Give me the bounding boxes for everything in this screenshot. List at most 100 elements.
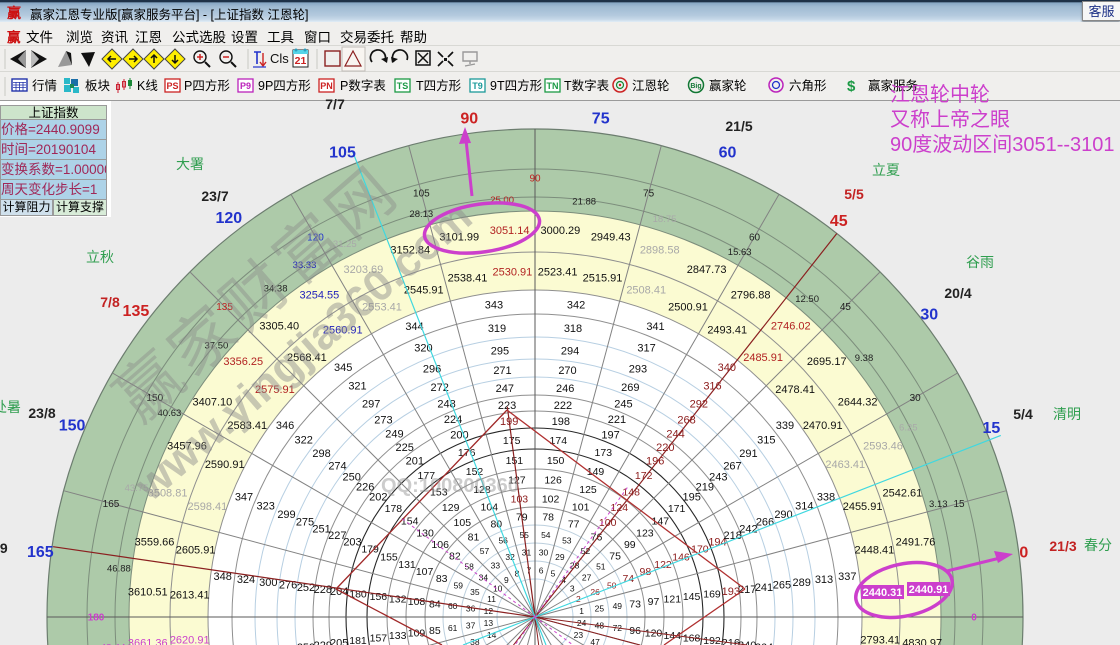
svg-text:274: 274 — [328, 460, 346, 472]
svg-text:3661.36: 3661.36 — [128, 637, 168, 645]
svg-text:61: 61 — [448, 623, 458, 633]
svg-text:108: 108 — [408, 596, 426, 608]
svg-text:175: 175 — [503, 435, 521, 447]
svg-text:90度波动区间3051--3101: 90度波动区间3051--3101 — [890, 133, 1115, 156]
svg-text:2470.91: 2470.91 — [803, 420, 843, 432]
svg-text:324: 324 — [237, 574, 255, 586]
svg-text:165: 165 — [103, 499, 120, 510]
svg-text:2746.02: 2746.02 — [771, 320, 811, 332]
svg-text:105: 105 — [329, 144, 356, 161]
svg-text:250: 250 — [343, 471, 361, 483]
svg-text:97: 97 — [648, 596, 660, 608]
svg-text:板块: 板块 — [85, 79, 111, 93]
svg-text:赢家轮: 赢家轮 — [709, 78, 747, 93]
svg-text:34: 34 — [479, 573, 489, 583]
svg-text:145: 145 — [683, 591, 701, 603]
svg-text:294: 294 — [561, 345, 579, 357]
svg-text:291: 291 — [739, 448, 757, 460]
svg-text:340: 340 — [718, 362, 736, 374]
svg-text:32: 32 — [505, 552, 515, 562]
svg-text:195: 195 — [683, 492, 701, 504]
svg-text:2538.41: 2538.41 — [448, 273, 488, 285]
svg-text:75: 75 — [592, 110, 610, 127]
svg-text:55: 55 — [519, 530, 529, 540]
svg-text:50: 50 — [607, 580, 617, 590]
svg-text:102: 102 — [542, 493, 560, 505]
svg-text:120: 120 — [645, 627, 663, 639]
svg-text:176: 176 — [458, 447, 476, 459]
svg-text:252: 252 — [297, 582, 315, 594]
svg-text:8: 8 — [515, 569, 520, 579]
svg-text:37.50: 37.50 — [205, 340, 229, 351]
svg-text:3356.25: 3356.25 — [223, 356, 263, 368]
svg-text:2898.58: 2898.58 — [640, 245, 680, 257]
svg-text:131: 131 — [398, 559, 416, 571]
svg-text:9T四方形: 9T四方形 — [490, 78, 543, 93]
svg-text:90: 90 — [460, 110, 478, 127]
svg-text:109: 109 — [408, 627, 426, 639]
svg-text:297: 297 — [362, 399, 380, 411]
svg-text:124: 124 — [611, 502, 629, 514]
svg-text:269: 269 — [621, 382, 639, 394]
svg-text:242: 242 — [739, 524, 757, 536]
svg-text:216: 216 — [722, 638, 740, 645]
svg-text:168: 168 — [683, 632, 701, 644]
svg-text:2440.31: 2440.31 — [863, 587, 903, 599]
svg-text:300: 300 — [259, 577, 277, 589]
svg-text:3559.66: 3559.66 — [135, 536, 175, 548]
svg-text:299: 299 — [277, 509, 295, 521]
svg-text:34.38: 34.38 — [264, 284, 288, 295]
svg-text:谷雨: 谷雨 — [966, 254, 994, 270]
svg-text:9.38: 9.38 — [855, 353, 874, 364]
svg-text:又称上帝之眼: 又称上帝之眼 — [890, 108, 1010, 131]
svg-text:57: 57 — [480, 546, 490, 556]
svg-text:201: 201 — [406, 455, 424, 467]
svg-text:7/8: 7/8 — [100, 294, 120, 310]
svg-text:249: 249 — [385, 429, 403, 441]
svg-text:196: 196 — [646, 455, 664, 467]
svg-text:12.50: 12.50 — [795, 294, 819, 305]
svg-text:33.33: 33.33 — [293, 260, 317, 271]
svg-text:21/3: 21/3 — [1049, 538, 1076, 554]
svg-text:74: 74 — [622, 573, 634, 585]
svg-text:72: 72 — [613, 623, 623, 633]
svg-text:172: 172 — [635, 470, 653, 482]
svg-text:2545.91: 2545.91 — [404, 284, 444, 296]
svg-text:85: 85 — [429, 625, 441, 637]
svg-text:2598.41: 2598.41 — [188, 501, 228, 513]
svg-text:2613.41: 2613.41 — [170, 589, 210, 601]
svg-text:0: 0 — [971, 613, 977, 624]
svg-text:192: 192 — [703, 635, 721, 645]
svg-text:320: 320 — [414, 343, 432, 355]
svg-text:清明: 清明 — [1053, 406, 1081, 422]
svg-text:2515.91: 2515.91 — [583, 273, 623, 285]
svg-text:105: 105 — [413, 189, 430, 200]
svg-text:179: 179 — [361, 544, 379, 556]
svg-text:193: 193 — [722, 586, 740, 598]
svg-text:23: 23 — [574, 630, 584, 640]
svg-text:2847.73: 2847.73 — [687, 264, 727, 276]
svg-text:96: 96 — [629, 625, 641, 637]
svg-text:220: 220 — [656, 442, 674, 454]
svg-text:154: 154 — [401, 516, 419, 528]
svg-text:125: 125 — [579, 484, 597, 496]
svg-text:296: 296 — [423, 363, 441, 375]
svg-text:194: 194 — [708, 536, 726, 548]
svg-text:178: 178 — [385, 503, 403, 515]
svg-text:30: 30 — [539, 548, 549, 558]
svg-text:行情: 行情 — [32, 79, 57, 93]
svg-text:126: 126 — [544, 475, 562, 487]
svg-text:20/4: 20/4 — [944, 285, 971, 301]
svg-text:2542.61: 2542.61 — [883, 487, 923, 499]
svg-text:2: 2 — [576, 594, 581, 604]
svg-text:122: 122 — [654, 559, 672, 571]
svg-text:152: 152 — [466, 466, 484, 478]
svg-text:TS: TS — [397, 81, 409, 91]
svg-text:2493.41: 2493.41 — [707, 324, 747, 336]
svg-text:6.25: 6.25 — [899, 422, 918, 433]
svg-text:2568.41: 2568.41 — [287, 352, 327, 364]
svg-text:2500.91: 2500.91 — [668, 302, 708, 314]
svg-text:27: 27 — [582, 573, 592, 583]
svg-text:128: 128 — [473, 484, 491, 496]
svg-text:23/8: 23/8 — [28, 405, 55, 421]
